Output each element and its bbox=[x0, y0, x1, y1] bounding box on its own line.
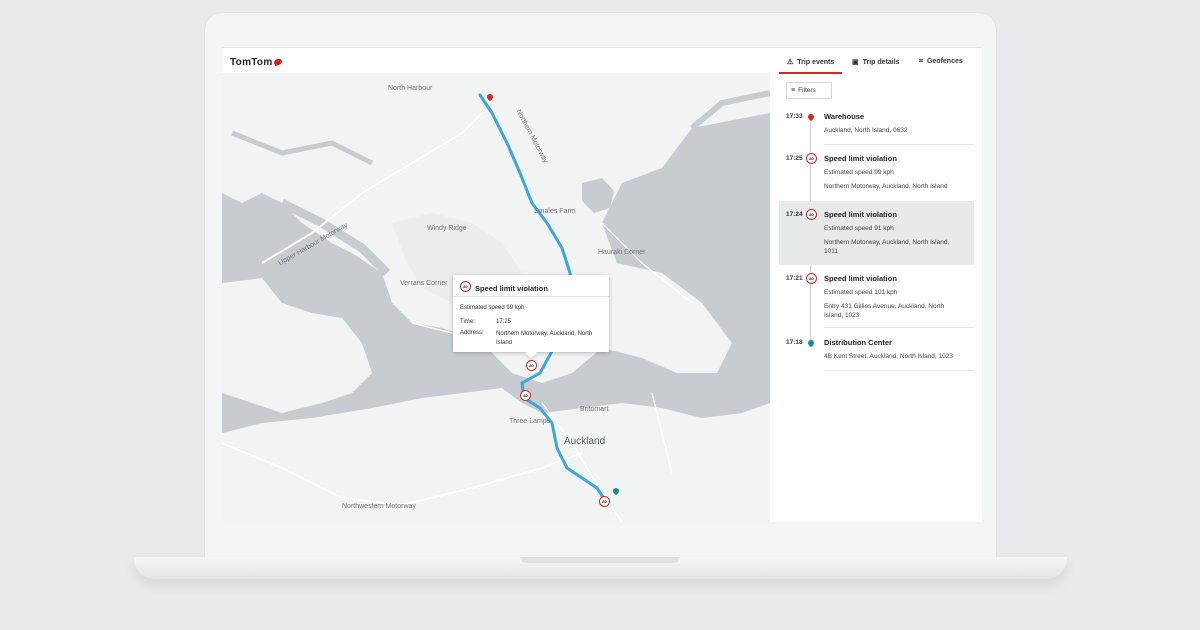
event-title: Warehouse bbox=[824, 112, 865, 121]
land-west bbox=[222, 278, 372, 413]
map-label-britomart: Britomart bbox=[580, 406, 609, 413]
event-title: Speed limit violation bbox=[824, 210, 897, 219]
map-label-hauraki-corner: Hauraki Corner bbox=[598, 249, 646, 256]
speed-violation-marker[interactable]: 80 bbox=[526, 360, 537, 371]
popup-divider bbox=[453, 296, 609, 297]
event-divider bbox=[824, 144, 974, 145]
map-label-north-harbour: North Harbour bbox=[388, 85, 433, 92]
map-label-verrans-corner: Verrans Corner bbox=[400, 280, 448, 287]
tab-trip-details[interactable]: ▣ Trip details bbox=[852, 58, 900, 66]
event-divider bbox=[824, 370, 974, 371]
app-screen: TomTom North Harbour Smales Farm Windy R… bbox=[222, 47, 982, 522]
map-label-smales-farm: Smales Farm bbox=[534, 208, 576, 215]
speed-violation-marker[interactable]: 80 bbox=[520, 390, 531, 401]
tomtom-logo: TomTom bbox=[230, 57, 283, 68]
event-title: Distribution Center bbox=[824, 338, 892, 347]
popup-title: Speed limit violation bbox=[475, 284, 548, 293]
event-time: 17:21 bbox=[785, 275, 804, 282]
speed-violation-marker[interactable]: 80 bbox=[599, 496, 610, 507]
popup-estimated-speed: Estimated speed 99 kph bbox=[460, 305, 525, 311]
filter-lines-icon: ≡ bbox=[791, 87, 796, 94]
speed-limit-icon: 80 bbox=[806, 209, 817, 220]
event-time: 17:25 bbox=[785, 155, 804, 162]
speed-limit-icon: 80 bbox=[806, 273, 817, 284]
tab-label: Trip details bbox=[862, 59, 900, 66]
timeline-event-selected[interactable]: 17:24 80 Speed limit violation Estimated… bbox=[779, 201, 974, 265]
event-popup: 80 Speed limit violation Estimated speed… bbox=[453, 275, 609, 352]
event-detail: Estimated speed 99 kph bbox=[824, 169, 894, 176]
event-detail: Estimated speed 101 kph bbox=[824, 289, 898, 296]
popup-address-label: Address: bbox=[460, 330, 484, 336]
map-road-label-northwestern: Northwestern Motorway bbox=[342, 503, 416, 510]
event-detail: Entry 431 Gillies Avenue, Auckland, Nort… bbox=[824, 303, 945, 319]
event-detail: Auckland, North Island, 0632 bbox=[824, 127, 908, 134]
map-label-three-lamps: Three Lamps bbox=[509, 418, 551, 425]
event-detail: Northern Motorway, Auckland, North Islan… bbox=[824, 239, 950, 255]
event-detail: 4B Kent Street, Auckland, North Island, … bbox=[824, 353, 953, 360]
popup-address-value: Northern Motorway, Auckland, North Islan… bbox=[496, 331, 593, 346]
tab-label: Trip events bbox=[797, 59, 835, 66]
logo-text: TomTom bbox=[230, 57, 273, 68]
tab-geofences[interactable]: ⌗ Geofences bbox=[919, 58, 963, 66]
filters-label: Filters bbox=[798, 87, 816, 94]
event-time: 17:33 bbox=[785, 113, 804, 120]
event-time: 17:24 bbox=[785, 211, 804, 218]
active-tab-indicator bbox=[779, 72, 842, 74]
location-pin-icon bbox=[806, 338, 816, 348]
map-label-auckland: Auckland bbox=[564, 436, 606, 447]
geofence-icon: ⌗ bbox=[919, 58, 923, 65]
speed-limit-icon: 80 bbox=[806, 153, 817, 164]
event-title: Speed limit violation bbox=[824, 274, 897, 283]
popup-time-value: 17:25 bbox=[496, 319, 512, 325]
event-title: Speed limit violation bbox=[824, 154, 897, 163]
event-divider bbox=[824, 327, 974, 328]
map-label-windy-ridge: Windy Ridge bbox=[427, 225, 467, 232]
popup-speed-limit-icon: 80 bbox=[460, 281, 471, 292]
land-central-isthmus bbox=[222, 388, 770, 522]
timeline-event[interactable]: 17:33 Warehouse Auckland, North Island, … bbox=[779, 106, 974, 146]
tab-trip-events[interactable]: ⚠ Trip events bbox=[787, 58, 834, 66]
event-detail: Estimated speed 91 kph bbox=[824, 225, 894, 232]
timeline-event[interactable]: 17:18 Distribution Center 4B Kent Street… bbox=[779, 331, 974, 373]
logo-mark-icon bbox=[272, 57, 283, 67]
trip-map[interactable]: North Harbour Smales Farm Windy Ridge Ha… bbox=[222, 73, 770, 522]
popup-time-label: Time: bbox=[460, 319, 475, 325]
filters-button[interactable]: ≡ Filters bbox=[786, 82, 832, 99]
briefcase-icon: ▣ bbox=[852, 59, 859, 66]
event-time: 17:18 bbox=[785, 339, 804, 346]
timeline-event[interactable]: 17:25 80 Speed limit violation Estimated… bbox=[779, 146, 974, 202]
location-pin-icon bbox=[806, 112, 816, 122]
timeline-event[interactable]: 17:21 80 Speed limit violation Estimated… bbox=[779, 266, 974, 328]
warning-triangle-icon: ⚠ bbox=[787, 59, 794, 66]
event-detail: Northern Motorway, Auckland, North Islan… bbox=[824, 183, 948, 190]
laptop-notch bbox=[520, 557, 680, 563]
tab-label: Geofences bbox=[926, 58, 963, 65]
